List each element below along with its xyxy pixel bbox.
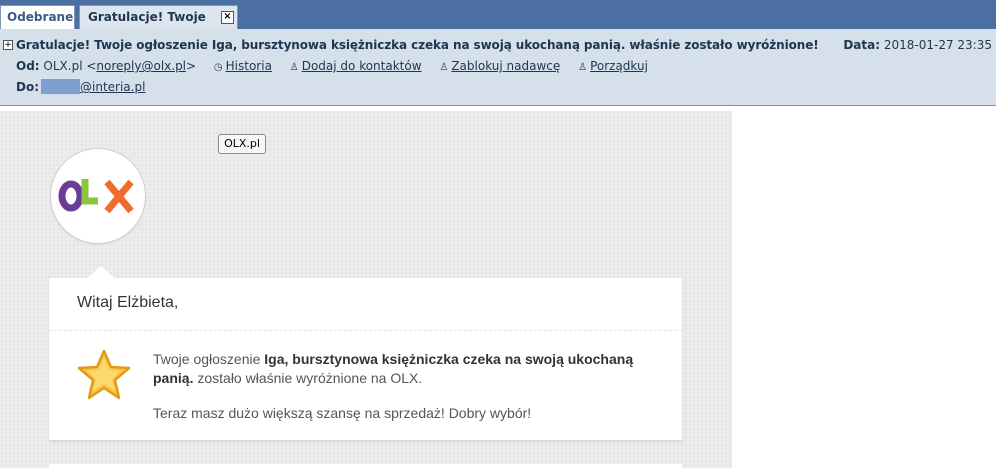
block-sender-action[interactable]: ♙ Zablokuj nadawcę [439, 59, 564, 73]
greeting: Witaj Elżbieta, [77, 294, 179, 311]
person-add-icon: ♙ [289, 62, 299, 73]
history-link[interactable]: Historia [226, 59, 272, 73]
add-contact-action[interactable]: ♙ Dodaj do kontaktów [290, 59, 426, 73]
add-contact-link[interactable]: Dodaj do kontaktów [302, 59, 422, 73]
star-icon [77, 349, 131, 400]
from-row: Od: OLX.pl <noreply@olx.pl> ◷ Historia ♙ D… [16, 59, 648, 73]
block-user-icon: ♙ [439, 62, 449, 73]
tab-message[interactable]: Gratulacje! Twoje og... × [79, 5, 238, 47]
broom-icon: ♙ [578, 62, 588, 73]
message-date: Data: 2018-01-27 23:35 [843, 38, 992, 52]
expand-icon[interactable]: + [3, 40, 13, 50]
to-label: Do: [16, 80, 40, 94]
message-suffix: zostało właśnie wyróżnione na OLX. [193, 370, 423, 386]
divider [49, 330, 682, 331]
olx-logo[interactable] [51, 149, 145, 243]
redacted-address [41, 79, 81, 94]
notification-card: Witaj Elżbieta, Twoje ogłoszenie Iga, bu… [49, 278, 682, 440]
from-name: OLX.pl [43, 59, 83, 73]
message-prefix: Twoje ogłoszenie [153, 351, 265, 367]
message-text: Twoje ogłoszenie Iga, bursztynowa księżn… [153, 350, 663, 388]
message-header: + Gratulacje! Twoje ogłoszenie Iga, burs… [0, 29, 996, 106]
to-email-link[interactable]: @interia.pl [80, 80, 145, 94]
history-action[interactable]: ◷ Historia [214, 59, 276, 73]
tidy-link[interactable]: Porządkuj [590, 59, 648, 73]
message-subject: Gratulacje! Twoje ogłoszenie Iga, burszt… [16, 38, 819, 52]
date-label: Data: [843, 38, 881, 52]
tidy-action[interactable]: ♙ Porządkuj [578, 59, 648, 73]
block-sender-link[interactable]: Zablokuj nadawcę [451, 59, 560, 73]
from-label: Od: [16, 59, 40, 73]
to-row: Do: @interia.pl [16, 79, 145, 94]
close-icon[interactable]: × [221, 11, 234, 24]
tab-inbox[interactable]: Odebrane [0, 5, 75, 29]
next-card-edge [49, 464, 682, 468]
tab-bar: Odebrane Gratulacje! Twoje og... × [0, 0, 996, 47]
logo-tooltip: OLX.pl [218, 134, 266, 154]
olx-logo-graphic [58, 179, 134, 214]
clock-icon: ◷ [213, 62, 223, 73]
card-notch [87, 266, 115, 278]
date-value: 2018-01-27 23:35 [883, 38, 992, 52]
message-second-line: Teraz masz dużo większą szansę na sprzed… [153, 405, 532, 421]
from-email-link[interactable]: noreply@olx.pl [96, 59, 186, 73]
